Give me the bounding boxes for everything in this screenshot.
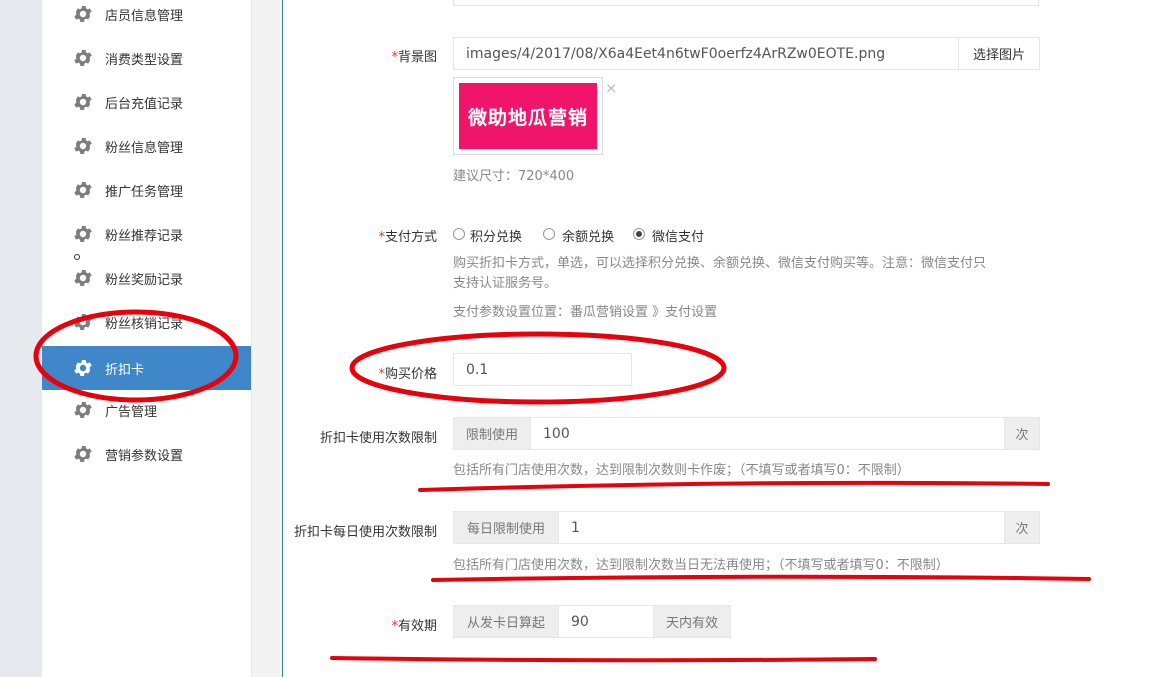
price-label: *购买价格 <box>378 367 437 382</box>
previous-field-input[interactable] <box>453 0 1039 6</box>
remove-image-icon[interactable]: × <box>605 79 618 97</box>
sidebar-item-label: 店员信息管理 <box>105 8 184 24</box>
sidebar-item[interactable]: 营销参数设置 <box>42 432 251 476</box>
payment-option-balance[interactable]: 余额兑换 <box>562 226 614 245</box>
background-path-input[interactable]: images/4/2017/08/X6a4Eet4n6twF0oerfz4ArR… <box>453 37 959 70</box>
sidebar-item-label: 粉丝核销记录 <box>105 316 184 332</box>
validity-suffix: 天内有效 <box>653 605 731 638</box>
payment-option-wechat[interactable]: 微信支付 <box>652 226 704 245</box>
content-gutter <box>252 0 282 677</box>
preview-image: 微助地瓜营销 <box>459 83 597 149</box>
background-size-hint: 建议尺寸：720*400 <box>453 169 575 184</box>
sidebar-item[interactable]: 粉丝奖励记录 <box>42 256 251 300</box>
gear-icon <box>72 443 94 465</box>
payment-help-line2: 支持认证服务号。 <box>453 276 558 291</box>
gear-icon <box>72 267 94 289</box>
sidebar-item[interactable]: 推广任务管理 <box>42 168 251 212</box>
sidebar-item-label: 推广任务管理 <box>105 184 184 200</box>
sidebar-item-label: 广告管理 <box>105 404 158 420</box>
daily-limit-help: 包括所有门店使用次数，达到限制次数当日无法再使用；（不填写或者填写0：不限制） <box>453 558 949 573</box>
use-limit-label: 折扣卡使用次数限制 <box>319 431 437 446</box>
mouse-cursor <box>74 254 80 260</box>
gear-icon <box>72 47 94 69</box>
gear-icon <box>72 223 94 245</box>
sidebar-item[interactable]: 后台充值记录 <box>42 80 251 124</box>
gear-icon <box>72 91 94 113</box>
daily-limit-input[interactable]: 1 <box>558 511 1005 544</box>
daily-limit-prefix: 每日限制使用 <box>453 511 559 544</box>
payment-label: *支付方式 <box>378 230 437 245</box>
gear-icon <box>72 357 94 379</box>
sidebar-item-label: 粉丝奖励记录 <box>105 272 184 288</box>
validity-label: *有效期 <box>391 619 437 634</box>
gear-icon <box>72 3 94 25</box>
daily-limit-suffix: 次 <box>1004 511 1040 544</box>
sidebar-item[interactable]: 粉丝核销记录 <box>42 300 251 344</box>
sidebar-item-label: 粉丝信息管理 <box>105 140 184 156</box>
sidebar-item[interactable]: 粉丝推荐记录 <box>42 212 251 256</box>
sidebar-item[interactable]: 粉丝信息管理 <box>42 124 251 168</box>
gear-icon <box>72 311 94 333</box>
sidebar-item-label: 粉丝推荐记录 <box>105 228 184 244</box>
sidebar-item-label: 消费类型设置 <box>105 52 184 68</box>
sidebar-item[interactable]: 消费类型设置 <box>42 36 251 80</box>
sidebar-item-label: 后台充值记录 <box>105 96 184 112</box>
daily-limit-label: 折扣卡每日使用次数限制 <box>293 525 437 540</box>
sidebar-item[interactable]: 折扣卡 <box>42 346 251 390</box>
use-limit-input[interactable]: 100 <box>530 417 1005 450</box>
use-limit-help: 包括所有门店使用次数，达到限制次数则卡作废；（不填写或者填写0：不限制） <box>453 463 910 478</box>
gear-icon <box>72 135 94 157</box>
sidebar: 店员信息管理 消费类型设置 后台充值记录 粉丝信息管理 推广任务管理 粉丝推荐记录 粉丝奖励… <box>42 0 252 677</box>
sidebar-item[interactable]: 广告管理 <box>42 388 251 432</box>
gear-icon <box>72 179 94 201</box>
gear-icon <box>72 399 94 421</box>
payment-settings-hint: 支付参数设置位置：番瓜营销设置 》支付设置 <box>453 305 718 320</box>
payment-radio-wechat[interactable] <box>633 228 645 240</box>
choose-image-button[interactable]: 选择图片 <box>958 37 1040 70</box>
background-label: *背景图 <box>391 50 437 65</box>
sidebar-item-label: 折扣卡 <box>105 362 145 378</box>
sidebar-item-label: 营销参数设置 <box>105 448 184 464</box>
form-panel: *背景图 images/4/2017/08/X6a4Eet4n6twF0oerf… <box>282 0 1160 677</box>
use-limit-suffix: 次 <box>1004 417 1040 450</box>
use-limit-prefix: 限制使用 <box>453 417 531 450</box>
background-preview: 微助地瓜营销 <box>453 77 603 155</box>
payment-option-points[interactable]: 积分兑换 <box>470 226 522 245</box>
validity-input[interactable]: 90 <box>558 605 654 638</box>
payment-radio-balance[interactable] <box>543 228 555 240</box>
price-input[interactable]: 0.1 <box>453 353 632 386</box>
payment-radio-points[interactable] <box>453 228 465 240</box>
payment-help-line1: 购买折扣卡方式，单选，可以选择积分兑换、余额兑换、微信支付购买等。注意：微信支付… <box>453 256 987 271</box>
sidebar-item[interactable]: 店员信息管理 <box>42 0 251 36</box>
validity-prefix: 从发卡日算起 <box>453 605 559 638</box>
left-strip <box>0 0 42 677</box>
